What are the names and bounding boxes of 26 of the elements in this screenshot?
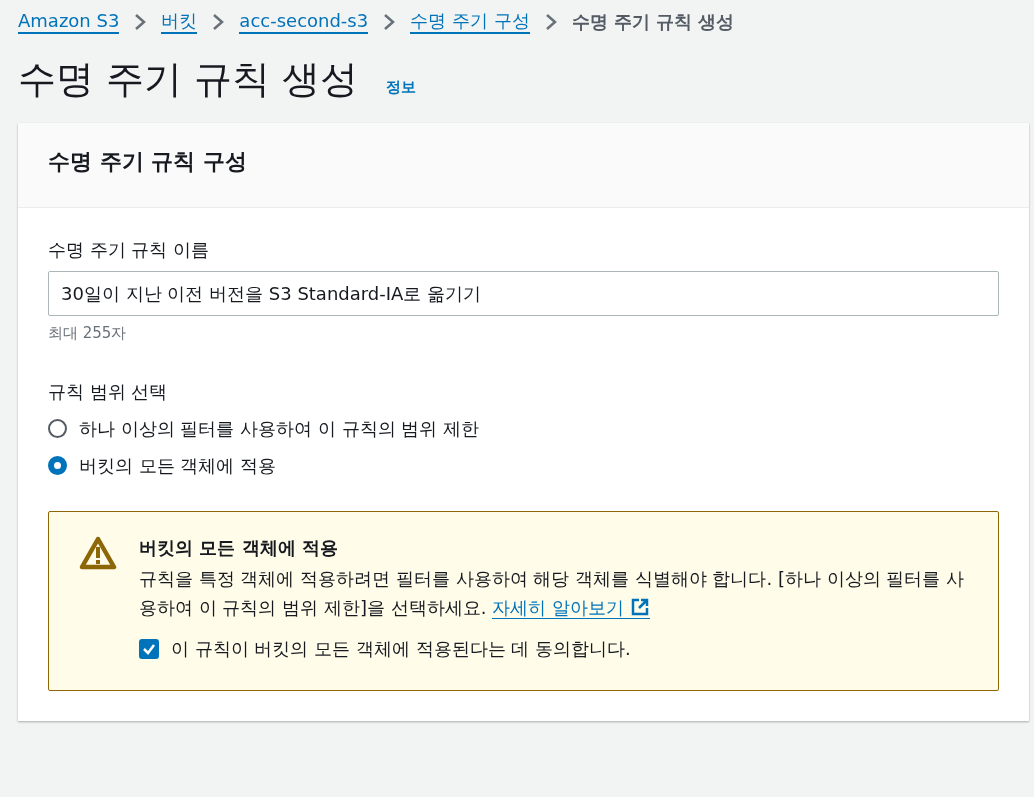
alert-title: 버킷의 모든 객체에 적용 (139, 536, 339, 561)
consent-checkbox[interactable] (139, 638, 159, 659)
panel-title: 수명 주기 규칙 구성 (48, 148, 248, 175)
field-label: 수명 주기 규칙 이름 (48, 238, 211, 262)
breadcrumb-link[interactable]: 수명 주기 구성 (410, 8, 530, 35)
field-hint: 최대 255자 (48, 323, 128, 344)
learn-more-link[interactable]: 자세히 알아보기 (492, 597, 650, 620)
consent-label[interactable]: 이 규칙이 버킷의 모든 객체에 적용된다는 데 동의합니다. (171, 635, 631, 663)
radio-button[interactable] (48, 456, 67, 476)
chevron-icon (133, 12, 148, 31)
rule-name-input[interactable]: 30일이 지난 이전 버전을 S3 Standard-IA로 옮기기 (48, 271, 999, 316)
radio-label[interactable]: 하나 이상의 필터를 사용하여 이 규칙의 범위 제한 (79, 415, 480, 443)
breadcrumb-current: 수명 주기 규칙 생성 (571, 10, 735, 34)
chevron-icon (382, 12, 397, 31)
scope-label: 규칙 범위 선택 (48, 380, 169, 405)
page-title: 수명 주기 규칙 생성 (18, 57, 359, 103)
breadcrumb-link[interactable]: 버킷 (161, 8, 198, 35)
chevron-icon (211, 12, 226, 31)
radio-button[interactable] (48, 419, 67, 439)
warning-icon (79, 536, 117, 571)
breadcrumb-link[interactable]: Amazon S3 (18, 8, 120, 35)
breadcrumb-link[interactable]: acc-second-s3 (239, 8, 369, 35)
radio-label[interactable]: 버킷의 모든 객체에 적용 (79, 452, 277, 480)
alert-description: 규칙을 특정 객체에 적용하려면 필터를 사용하여 해당 객체를 식별해야 합니다. [하나 이상의 필터를 사용하여 이 규칙의 범위 제한]을 선택하세요. 자세히 알아보기 (139, 567, 966, 622)
external-link-icon (629, 597, 650, 618)
info-link[interactable]: 정보 (386, 76, 417, 99)
